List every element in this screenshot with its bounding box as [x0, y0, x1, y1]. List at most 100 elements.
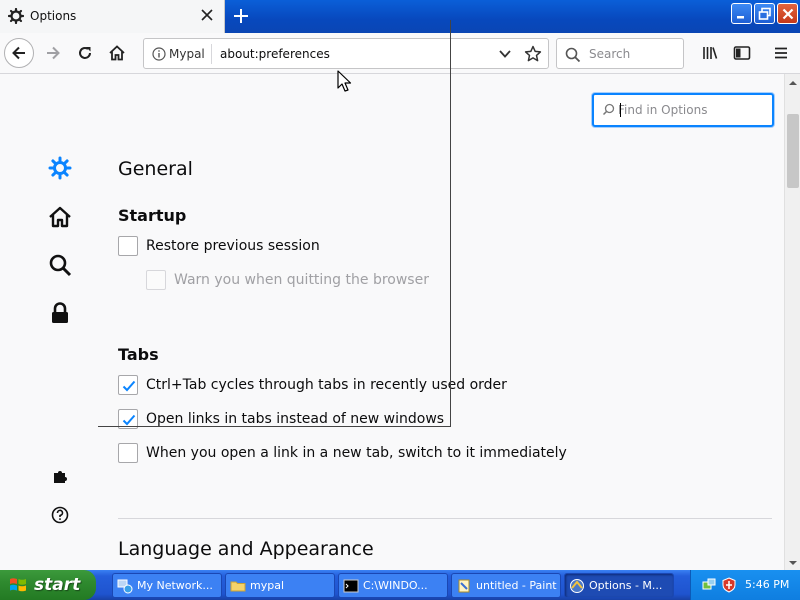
text-caret [620, 103, 621, 117]
back-arrow-icon [12, 46, 25, 60]
start-label: start [34, 575, 81, 595]
category-search[interactable] [46, 251, 74, 279]
hamburger-menu-icon [775, 47, 787, 59]
checkmark-icon [122, 380, 136, 392]
browser-icon [570, 578, 584, 593]
url-text[interactable]: about:preferences [220, 47, 330, 61]
home-icon [49, 206, 71, 228]
search-bar[interactable]: Search [556, 38, 684, 69]
warn-quit-label: Warn you when quitting the browser [174, 272, 429, 288]
cmd-icon [343, 579, 359, 592]
category-home[interactable] [46, 203, 74, 231]
open-links-checkbox[interactable] [118, 409, 138, 429]
find-in-options-box[interactable] [592, 93, 774, 127]
switch-to-tab-option[interactable]: When you open a link in a new tab, switc… [118, 442, 567, 464]
site-identity-label: Mypal [169, 47, 205, 61]
sidebar-icon [733, 46, 751, 60]
minimize-button[interactable] [731, 3, 752, 24]
scroll-up-arrow-icon[interactable] [788, 78, 798, 88]
home-icon [109, 45, 125, 61]
open-links-option[interactable]: Open links in tabs instead of new window… [118, 408, 444, 430]
url-separator [211, 44, 212, 64]
warn-quit-option: Warn you when quitting the browser [146, 269, 429, 291]
scroll-down-arrow-icon[interactable] [788, 558, 798, 568]
reload-icon [79, 47, 91, 59]
lock-icon [52, 302, 68, 323]
restore-session-option[interactable]: Restore previous session [118, 235, 320, 257]
library-button[interactable] [695, 38, 725, 68]
general-title: General [118, 158, 193, 180]
system-tray: 5:46 PM [690, 570, 800, 600]
start-button[interactable]: start [0, 570, 96, 600]
folder-icon [230, 581, 246, 591]
paint-icon [458, 579, 470, 592]
vertical-scrollbar[interactable] [784, 74, 800, 570]
switch-to-tab-checkbox[interactable] [118, 443, 138, 463]
ctrl-tab-label: Ctrl+Tab cycles through tabs in recently… [146, 377, 507, 393]
taskbar-item-label: C:\WINDO... [363, 579, 428, 592]
search-placeholder: Search [589, 47, 631, 61]
mouse-pointer-icon [337, 70, 352, 92]
sidebar-toggle-button[interactable] [727, 38, 757, 68]
taskbar-item-label: mypal [250, 579, 285, 592]
category-general[interactable] [46, 154, 74, 182]
search-icon [602, 103, 615, 116]
menu-button[interactable] [766, 38, 796, 68]
help-icon [51, 506, 69, 524]
bookmark-star-icon[interactable] [524, 45, 542, 63]
taskbar-item-cmd[interactable]: C:\WINDO... [338, 573, 448, 598]
taskbar-item-paint[interactable]: untitled - Paint [451, 573, 561, 598]
taskbar-item-mypal-folder[interactable]: mypal [225, 573, 335, 598]
close-window-button[interactable] [777, 3, 798, 24]
taskbar-item-my-network[interactable]: My Network... [112, 573, 222, 598]
tab-options[interactable]: Options [0, 0, 225, 33]
language-appearance-title: Language and Appearance [118, 538, 374, 560]
ctrl-tab-option[interactable]: Ctrl+Tab cycles through tabs in recently… [118, 374, 507, 396]
forward-button[interactable] [38, 38, 68, 68]
clock: 5:46 PM [745, 578, 790, 591]
url-bar[interactable]: Mypal about:preferences [143, 38, 549, 69]
checkmark-icon [122, 414, 136, 426]
open-links-label: Open links in tabs instead of new window… [146, 411, 445, 427]
taskbar-item-label: My Network... [137, 579, 213, 592]
forward-arrow-icon [47, 46, 60, 60]
find-in-options-input[interactable] [618, 99, 768, 121]
new-tab-button[interactable] [231, 6, 251, 26]
security-shield-icon[interactable] [721, 577, 737, 593]
category-privacy[interactable] [46, 299, 74, 327]
network-tray-icon[interactable] [701, 577, 717, 593]
title-bar: Options [0, 0, 800, 33]
info-icon[interactable] [152, 47, 166, 61]
restore-session-label: Restore previous session [146, 238, 320, 254]
taskbar-item-label: Options - M... [589, 579, 663, 592]
close-icon[interactable] [200, 8, 214, 22]
tab-title: Options [30, 9, 77, 23]
scrollbar-thumb[interactable] [787, 114, 799, 188]
gear-icon [48, 156, 72, 180]
home-button[interactable] [102, 38, 132, 68]
puzzle-icon [54, 471, 67, 483]
taskbar: start My Network... mypal C:\WINDO... un… [0, 570, 800, 600]
warn-quit-checkbox [146, 270, 166, 290]
startup-heading: Startup [118, 206, 187, 225]
category-support[interactable] [46, 501, 74, 529]
reload-button[interactable] [70, 38, 100, 68]
restore-session-checkbox[interactable] [118, 236, 138, 256]
restore-button[interactable] [754, 3, 775, 24]
windows-logo-icon [10, 578, 26, 592]
search-icon [49, 254, 72, 277]
chevron-down-icon[interactable] [498, 48, 512, 60]
gear-icon [8, 8, 24, 24]
search-icon [565, 47, 581, 63]
preferences-page: General Startup Restore previous session… [0, 74, 784, 570]
section-divider [118, 518, 772, 519]
taskbar-item-label: untitled - Paint [476, 579, 557, 592]
ctrl-tab-checkbox[interactable] [118, 375, 138, 395]
tabs-heading: Tabs [118, 345, 159, 364]
network-icon [117, 579, 133, 593]
taskbar-item-options[interactable]: Options - M... [564, 573, 674, 598]
library-icon [703, 47, 718, 59]
back-button[interactable] [4, 38, 34, 68]
switch-to-tab-label: When you open a link in a new tab, switc… [146, 445, 567, 461]
category-addons[interactable] [46, 462, 74, 490]
